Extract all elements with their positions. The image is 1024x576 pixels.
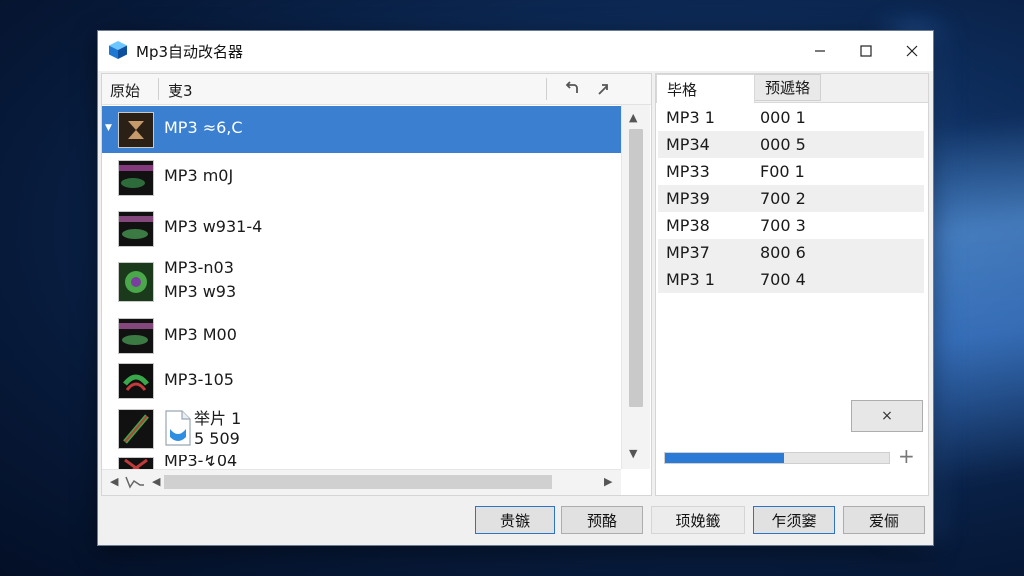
file-name: MP3 ≈6,C: [164, 118, 243, 137]
album-art-thumbnail: [118, 409, 154, 449]
table-row[interactable]: MP34 000 5: [658, 131, 924, 158]
cell-name: MP37: [666, 243, 710, 262]
cell-value: F00 1: [760, 162, 805, 181]
table-row[interactable]: MP37 800 6: [658, 239, 924, 266]
list-header: 原始 叓3: [102, 74, 651, 105]
cell-name: MP3 1: [666, 270, 715, 289]
add-icon[interactable]: +: [898, 444, 915, 468]
scroll-right-icon[interactable]: ▶: [604, 475, 612, 488]
tab-format[interactable]: 毕格: [656, 74, 755, 103]
close-icon: [906, 45, 918, 57]
clear-button[interactable]: ×: [851, 400, 923, 432]
cell-name: MP39: [666, 189, 710, 208]
cell-value: 800 6: [760, 243, 806, 262]
window-title: Mp3自动改名器: [136, 43, 244, 61]
file-list: ▼ MP3 ≈6,C MP3 m0J MP3 w931-4 MP3-n03 MP…: [102, 105, 621, 469]
horizontal-scrollbar[interactable]: ◀ ◀ ▶: [102, 469, 621, 495]
album-art-thumbnail: [118, 262, 154, 302]
audio-wave-icon: [125, 476, 144, 489]
file-name: 举片 1: [194, 409, 242, 428]
list-item[interactable]: MP3-105: [102, 359, 621, 403]
cell-value: 000 1: [760, 108, 806, 127]
file-name: MP3 M00: [164, 325, 237, 344]
scroll-left-icon[interactable]: ◀: [152, 475, 160, 488]
album-art-thumbnail: [118, 457, 154, 469]
progress-bar: [664, 452, 890, 464]
scrollbar-thumb[interactable]: [164, 475, 552, 489]
tab-bar: 毕格 预遞辂: [656, 74, 928, 103]
redo-icon[interactable]: [594, 79, 614, 99]
maximize-button[interactable]: [844, 31, 888, 71]
close-button[interactable]: [890, 31, 934, 71]
file-name-secondary: MP3 w93: [164, 282, 237, 301]
file-name: MP3-↯04: [164, 455, 238, 469]
action-button-3[interactable]: 顼娩籤: [651, 506, 745, 534]
app-window: Mp3自动改名器 原始 叓3 ▼ MP3 ≈6,C MP3 m0J MP3 w9…: [97, 30, 934, 546]
title-bar: Mp3自动改名器: [98, 31, 933, 71]
file-name: MP3 m0J: [164, 166, 234, 185]
list-item[interactable]: MP3 w931-4: [102, 208, 621, 248]
table-row[interactable]: MP33 F00 1: [658, 158, 924, 185]
file-name: MP3-105: [164, 370, 234, 389]
maximize-icon: [860, 45, 872, 57]
album-art-thumbnail: [118, 160, 154, 196]
cell-name: MP38: [666, 216, 710, 235]
column-divider[interactable]: [546, 78, 547, 100]
cell-value: 700 2: [760, 189, 806, 208]
action-button-1[interactable]: 贵镞: [475, 506, 555, 534]
scroll-left-icon[interactable]: ◀: [110, 475, 118, 488]
cell-value: 700 3: [760, 216, 806, 235]
list-item[interactable]: MP3 M00: [102, 313, 621, 357]
minimize-icon: [815, 50, 825, 52]
action-button-2[interactable]: 预酪: [561, 506, 643, 534]
cell-name: MP33: [666, 162, 710, 181]
cell-value: 700 4: [760, 270, 806, 289]
cell-value: 000 5: [760, 135, 806, 154]
column-header-new[interactable]: 叓3: [168, 80, 193, 101]
cell-name: MP34: [666, 135, 710, 154]
file-name-secondary: 5 509: [194, 429, 240, 448]
cell-name: MP3 1: [666, 108, 715, 127]
album-art-thumbnail: [118, 112, 154, 148]
list-item[interactable]: MP3-n03 MP3 w93: [102, 252, 621, 310]
list-item[interactable]: MP3-↯04: [102, 455, 621, 469]
scrollbar-thumb[interactable]: [629, 129, 643, 407]
preview-pane: 毕格 预遞辂 MP3 1 000 1 MP34 000 5 MP33 F00 1 MP…: [655, 73, 929, 496]
progress-fill: [665, 453, 784, 463]
scroll-up-icon[interactable]: ▲: [629, 111, 637, 124]
album-art-thumbnail: [118, 211, 154, 247]
list-item[interactable]: MP3 m0J: [102, 157, 621, 197]
column-header-original[interactable]: 原始: [110, 80, 140, 101]
scroll-down-icon[interactable]: ▼: [629, 447, 637, 460]
row-caret-icon: ▼: [105, 123, 112, 133]
action-button-4[interactable]: 乍须窭: [753, 506, 835, 534]
album-art-thumbnail: [118, 318, 154, 354]
document-icon: [165, 410, 191, 446]
table-row[interactable]: MP3 1 000 1: [658, 104, 924, 131]
column-divider[interactable]: [158, 78, 159, 100]
action-button-5[interactable]: 爱俪: [843, 506, 925, 534]
undo-icon[interactable]: [562, 79, 582, 99]
list-item[interactable]: 举片 1 5 509: [102, 403, 621, 453]
table-row[interactable]: MP38 700 3: [658, 212, 924, 239]
tab-preview[interactable]: 预遞辂: [755, 74, 821, 101]
vertical-scrollbar[interactable]: ▲ ▼: [621, 105, 650, 469]
album-art-thumbnail: [118, 363, 154, 399]
table-row[interactable]: MP3 1 700 4: [658, 266, 924, 293]
app-cube-icon: [109, 41, 127, 59]
list-item[interactable]: ▼ MP3 ≈6,C: [102, 106, 621, 153]
file-name: MP3-n03: [164, 258, 234, 277]
table-row[interactable]: MP39 700 2: [658, 185, 924, 212]
file-name: MP3 w931-4: [164, 217, 263, 236]
minimize-button[interactable]: [798, 31, 842, 71]
file-list-pane: 原始 叓3 ▼ MP3 ≈6,C MP3 m0J MP3 w931-4 MP3-…: [101, 73, 652, 496]
